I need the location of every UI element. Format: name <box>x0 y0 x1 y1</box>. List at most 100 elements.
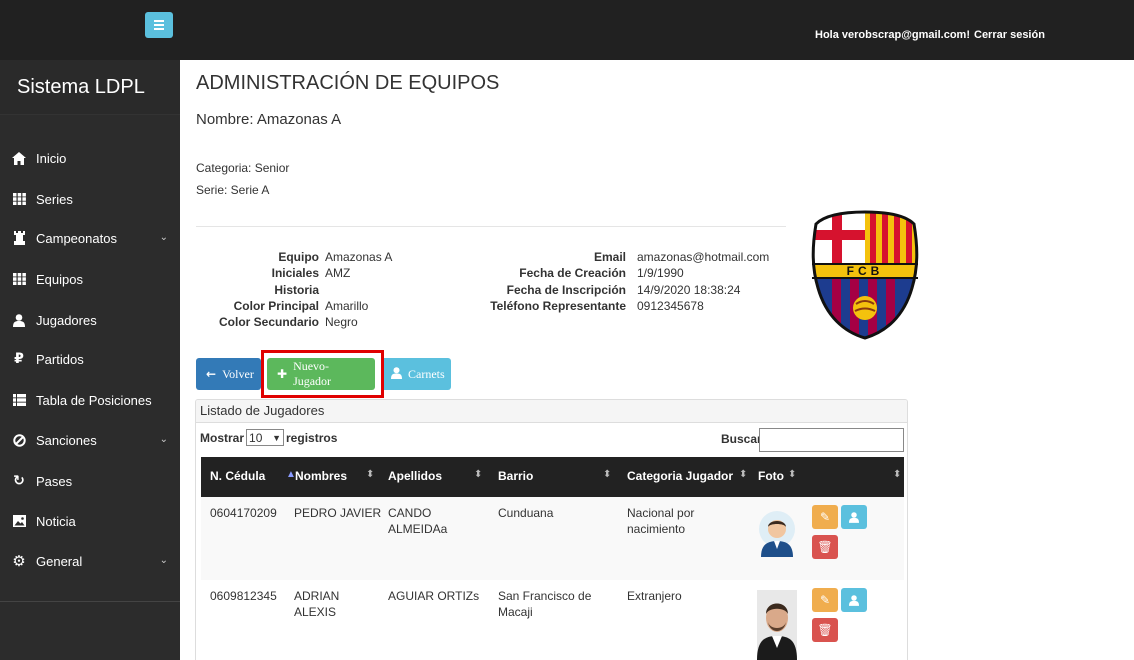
cell-nombres: ADRIAN ALEXIS <box>294 589 340 619</box>
main-content: ADMINISTRACIÓN DE EQUIPOS Nombre: Amazon… <box>180 60 1134 660</box>
sort-icon: ⬍ <box>603 469 612 480</box>
delete-button[interactable]: 🗑 <box>812 618 838 642</box>
sort-icon: ⬍ <box>474 469 483 480</box>
chevron-down-icon: ▼ <box>272 432 282 443</box>
sidebar-item-label: Inicio <box>36 150 67 166</box>
logout-link[interactable]: Cerrar sesión <box>974 29 1045 41</box>
sort-icon: ⬍ <box>788 469 797 480</box>
edit-button[interactable]: ✎ <box>812 588 838 612</box>
info-value: 14/9/2020 18:38:24 <box>637 283 741 297</box>
cards-button[interactable]: Carnets <box>381 358 451 390</box>
page-title: ADMINISTRACIÓN DE EQUIPOS <box>196 72 500 94</box>
user-icon <box>849 594 859 606</box>
sidebar-item-noticia[interactable]: Noticia <box>0 501 180 541</box>
column-header[interactable]: Categoria Jugador <box>627 469 733 483</box>
panel-heading: Listado de Jugadores <box>196 400 907 423</box>
user-greeting: Hola verobscrap@gmail.com! <box>815 29 970 41</box>
menu-toggle-button[interactable] <box>145 12 173 38</box>
info-label: Email <box>593 250 626 264</box>
cell-cedula: 0604170209 <box>210 506 277 520</box>
info-label: Fecha de Inscripción <box>506 283 626 297</box>
trash-icon: 🗑 <box>817 623 833 637</box>
sidebar-item-inicio[interactable]: Inicio <box>0 138 180 178</box>
sidebar: Sistema LDPL Inicio Series Campeonatos ⌄… <box>0 60 180 660</box>
column-header[interactable]: Nombres <box>295 469 347 483</box>
list-icon <box>12 393 26 407</box>
player-card-button[interactable] <box>841 505 867 529</box>
team-category: Categoria: Senior <box>196 161 290 175</box>
table-row: 0609812345 ADRIAN ALEXIS AGUIAR ORTIZs S… <box>201 580 904 660</box>
page-size-value: 10 <box>249 430 263 445</box>
table-header: N. Cédula ▲ Nombres ⬍ Apellidos ⬍ Barrio… <box>201 457 904 497</box>
crest-letters: FCB <box>847 264 884 278</box>
sidebar-item-jugadores[interactable]: Jugadores <box>0 300 180 340</box>
info-label: Iniciales <box>271 266 319 280</box>
info-label: Historia <box>274 283 319 297</box>
team-name: Nombre: Amazonas A <box>196 111 342 128</box>
info-value: 0912345678 <box>637 299 704 313</box>
cell-cedula: 0609812345 <box>210 589 277 603</box>
edit-button[interactable]: ✎ <box>812 505 838 529</box>
chevron-down-icon: ⌄ <box>159 232 168 243</box>
pencil-icon: ✎ <box>819 593 831 607</box>
column-header[interactable]: Foto <box>758 469 784 483</box>
user-icon <box>12 313 26 327</box>
sidebar-item-sanciones[interactable]: Sanciones ⌄ <box>0 420 180 460</box>
sidebar-item-label: Partidos <box>36 351 84 367</box>
back-button[interactable]: ← Volver <box>196 358 261 390</box>
sidebar-item-pases[interactable]: ↻ Pases <box>0 461 180 501</box>
user-icon <box>391 366 402 382</box>
sidebar-item-campeonatos[interactable]: Campeonatos ⌄ <box>0 218 180 258</box>
sidebar-item-equipos[interactable]: Equipos <box>0 259 180 299</box>
info-value: AMZ <box>325 266 351 280</box>
team-serie: Serie: Serie A <box>196 183 270 197</box>
sidebar-item-tabla-posiciones[interactable]: Tabla de Posiciones <box>0 380 180 420</box>
divider <box>196 226 786 227</box>
chevron-down-icon: ⌄ <box>159 434 168 445</box>
info-value: Amarillo <box>325 299 369 313</box>
ban-icon <box>12 433 26 447</box>
cards-button-label: Carnets <box>408 366 445 381</box>
sidebar-item-label: Pases <box>36 473 73 489</box>
sidebar-item-label: Tabla de Posiciones <box>36 392 152 408</box>
info-label: Color Secundario <box>218 315 319 329</box>
show-suffix: registros <box>286 430 338 445</box>
info-label: Teléfono Representante <box>490 299 626 313</box>
column-header[interactable]: N. Cédula <box>210 469 265 483</box>
delete-button[interactable]: 🗑 <box>812 535 838 559</box>
sidebar-item-label: Series <box>36 191 73 207</box>
hamburger-icon <box>154 19 164 31</box>
search-input[interactable] <box>759 428 904 452</box>
sidebar-item-general[interactable]: ⚙ General ⌄ <box>0 541 180 581</box>
players-panel: Listado de Jugadores Mostrar 10 ▼ regist… <box>195 399 908 660</box>
team-crest-logo: FCB <box>808 208 922 350</box>
arrow-left-icon: ← <box>206 367 217 381</box>
info-value: Amazonas A <box>325 250 393 264</box>
grid-icon <box>12 192 26 206</box>
cell-apellidos: AGUIAR ORTIZs <box>388 589 480 603</box>
sidebar-item-label: General <box>36 553 83 569</box>
sidebar-item-label: Equipos <box>36 271 83 287</box>
sidebar-item-series[interactable]: Series <box>0 179 180 219</box>
player-photo <box>759 511 795 557</box>
sidebar-item-label: Campeonatos <box>36 230 117 246</box>
sidebar-item-label: Jugadores <box>36 312 97 328</box>
sidebar-divider <box>0 601 180 602</box>
transfer-icon: ↻ <box>13 473 25 489</box>
cell-nombres: PEDRO JAVIER <box>294 506 382 520</box>
user-icon <box>849 511 859 523</box>
back-button-label: Volver <box>222 366 254 381</box>
page-size-select[interactable]: 10 ▼ <box>246 429 285 446</box>
column-header[interactable]: Barrio <box>498 469 533 483</box>
home-icon <box>12 151 26 165</box>
sidebar-item-label: Sanciones <box>36 432 97 448</box>
picture-icon <box>12 514 26 528</box>
grid-icon <box>12 272 26 286</box>
top-navbar: Hola verobscrap@gmail.com! Cerrar sesión <box>0 0 1134 60</box>
column-header[interactable]: Apellidos <box>388 469 442 483</box>
cell-categoria: Extranjero <box>627 589 682 603</box>
sidebar-item-partidos[interactable]: ₽ Partidos <box>0 339 180 379</box>
info-value: Negro <box>325 315 358 329</box>
cell-barrio: San Francisco de Macaji <box>498 589 592 619</box>
player-card-button[interactable] <box>841 588 867 612</box>
